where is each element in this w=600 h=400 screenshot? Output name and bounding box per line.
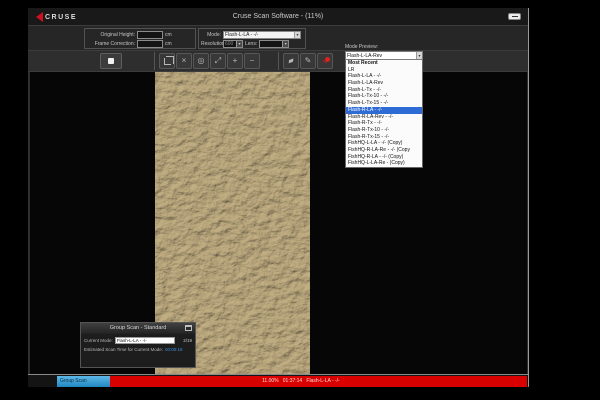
- title-bar: CRUSE Cruse Scan Software - (11%): [28, 8, 528, 26]
- crop-icon: [164, 58, 171, 65]
- group-scan-dialog[interactable]: Group Scan - Standard Current Mode: Flas…: [80, 322, 196, 368]
- dropdown-option[interactable]: Flash-L-Tx-15 - -/-: [346, 100, 422, 107]
- status-bar: Group Scan 11.00% 01:37:14 Flash-L-LA - …: [28, 374, 528, 387]
- mode-preview-dropdown-list: Most Recent LR Flash-L-LA - -/- Flash-L-…: [345, 60, 423, 168]
- red-pin-icon: [325, 57, 330, 62]
- original-height-unit: cm: [165, 32, 172, 38]
- dropdown-option[interactable]: FishHQ-L-LA - -/- (Copy): [346, 140, 422, 147]
- screenshot-canvas: CRUSE Cruse Scan Software - (11%) Origin…: [0, 0, 600, 400]
- dropdown-option[interactable]: Most Recent: [346, 60, 422, 67]
- scan-progress-bar: 11.00% 01:37:14 Flash-L-LA - -/-: [110, 376, 527, 387]
- chevron-down-icon[interactable]: ▾: [282, 41, 288, 47]
- crop-button[interactable]: [159, 53, 175, 69]
- mode-preview-combobox[interactable]: Flash-L-LA-Rev ▾: [345, 51, 423, 60]
- dropdown-option[interactable]: FishHQ-R-LA-Re - -/- (Copy: [346, 147, 422, 154]
- dropdown-option[interactable]: Flash-L-Tx - -/-: [346, 87, 422, 94]
- delete-selection-button[interactable]: ×: [176, 53, 192, 69]
- lens-label: Lens:: [245, 41, 257, 47]
- zoom-in-icon: +: [233, 56, 238, 65]
- scan-time-value: 00:00:15: [165, 347, 183, 352]
- dropdown-option[interactable]: Flash-R-LA-Rev - -/-: [346, 114, 422, 121]
- current-mode-input[interactable]: Flash-L-LA - -/-: [115, 337, 175, 344]
- zoom-out-icon: −: [250, 56, 255, 65]
- dropdown-option[interactable]: Flash-L-LA-Rev: [346, 80, 422, 87]
- dropdown-option[interactable]: LR: [346, 67, 422, 74]
- pen-button[interactable]: ✎: [300, 53, 316, 69]
- scan-time-label: Estimated Scan Time for Current Mode:: [84, 347, 163, 352]
- group-scan-title: Group Scan - Standard: [110, 325, 167, 331]
- dropdown-option[interactable]: Flash-R-Tx - -/-: [346, 120, 422, 127]
- stop-icon: [108, 58, 114, 64]
- dimensions-groupbox: Original Height: cm Frame Correction: cm: [84, 28, 196, 49]
- window-title: Cruse Scan Software - (11%): [28, 13, 528, 20]
- eraser-button[interactable]: ▰: [283, 53, 299, 69]
- minimize-button[interactable]: [508, 13, 521, 20]
- chevron-down-icon[interactable]: ▾: [294, 32, 300, 38]
- center-icon: ◎: [198, 56, 205, 65]
- frame-correction-label: Frame Correction:: [87, 41, 135, 47]
- mode-groupbox: Mode: Flash-L-LA - -/- ▾ Resolution: 600…: [198, 28, 306, 49]
- mode-label: Mode:: [201, 32, 221, 38]
- stop-scan-button[interactable]: [100, 53, 122, 69]
- fit-view-button[interactable]: ⤢: [210, 53, 226, 69]
- dropdown-option-highlighted[interactable]: Flash-R-LA - -/-: [346, 107, 422, 114]
- minimize-icon: [512, 16, 518, 17]
- resolution-value: 600: [225, 41, 233, 47]
- restore-icon[interactable]: [185, 325, 192, 331]
- app-window: CRUSE Cruse Scan Software - (11%) Origin…: [28, 8, 529, 387]
- frame-correction-unit: cm: [165, 41, 172, 47]
- group-scan-title-bar[interactable]: Group Scan - Standard: [81, 323, 195, 334]
- fit-icon: ⤢: [215, 56, 221, 65]
- pen-icon: ✎: [305, 56, 312, 65]
- marker-button[interactable]: [317, 53, 333, 69]
- dropdown-option[interactable]: Flash-R-Tx-15 - -/-: [346, 134, 422, 141]
- dropdown-option[interactable]: FishHQ-R-LA - -/- (Copy): [346, 154, 422, 161]
- annotation-tools-group: ▰ ✎: [283, 53, 333, 69]
- mode-preview-panel: Mode Preview: Flash-L-LA-Rev ▾ Most Rece…: [345, 44, 423, 168]
- mode-combobox[interactable]: Flash-L-LA - -/- ▾: [223, 31, 301, 39]
- original-height-input[interactable]: [137, 31, 163, 39]
- lens-combobox[interactable]: ▾: [259, 40, 289, 48]
- scan-progress-text: 11.00% 01:37:14 Flash-L-LA - -/-: [110, 378, 340, 384]
- mode-preview-label: Mode Preview:: [345, 44, 423, 51]
- resolution-label: Resolution:: [201, 41, 221, 47]
- eraser-icon: ▰: [286, 53, 297, 68]
- toolbar-separator: [154, 52, 155, 70]
- mode-preview-selected: Flash-L-LA-Rev: [347, 53, 382, 59]
- dropdown-option[interactable]: FishHQ-L-LA-Re - (Copy): [346, 160, 422, 167]
- group-scan-body: Current Mode: Flash-L-LA - -/- 2/19 Esti…: [81, 334, 195, 356]
- chevron-down-icon[interactable]: ▾: [236, 41, 242, 47]
- zoom-in-button[interactable]: +: [227, 53, 243, 69]
- view-tools-group: × ◎ ⤢ + −: [159, 53, 260, 69]
- mode-value: Flash-L-LA - -/-: [225, 32, 258, 38]
- chevron-down-icon[interactable]: ▾: [416, 52, 422, 59]
- frame-correction-input[interactable]: [137, 40, 163, 48]
- dropdown-option[interactable]: Flash-R-Tx-10 - -/-: [346, 127, 422, 134]
- dropdown-option[interactable]: Flash-L-Tx-10 - -/-: [346, 93, 422, 100]
- original-height-label: Original Height:: [87, 32, 135, 38]
- toolbar-separator: [278, 52, 279, 70]
- resolution-combobox[interactable]: 600 ▾: [223, 40, 243, 48]
- status-mode-badge: Group Scan: [57, 376, 110, 387]
- toolbar: × ◎ ⤢ + − ▰ ✎: [28, 51, 528, 72]
- zoom-out-button[interactable]: −: [244, 53, 260, 69]
- current-mode-label: Current Mode:: [84, 338, 113, 343]
- dropdown-option[interactable]: Flash-L-LA - -/-: [346, 73, 422, 80]
- center-view-button[interactable]: ◎: [193, 53, 209, 69]
- delete-icon: ×: [182, 56, 187, 65]
- scan-progress-count: 2/19: [183, 338, 192, 343]
- control-bar: Original Height: cm Frame Correction: cm…: [28, 26, 528, 51]
